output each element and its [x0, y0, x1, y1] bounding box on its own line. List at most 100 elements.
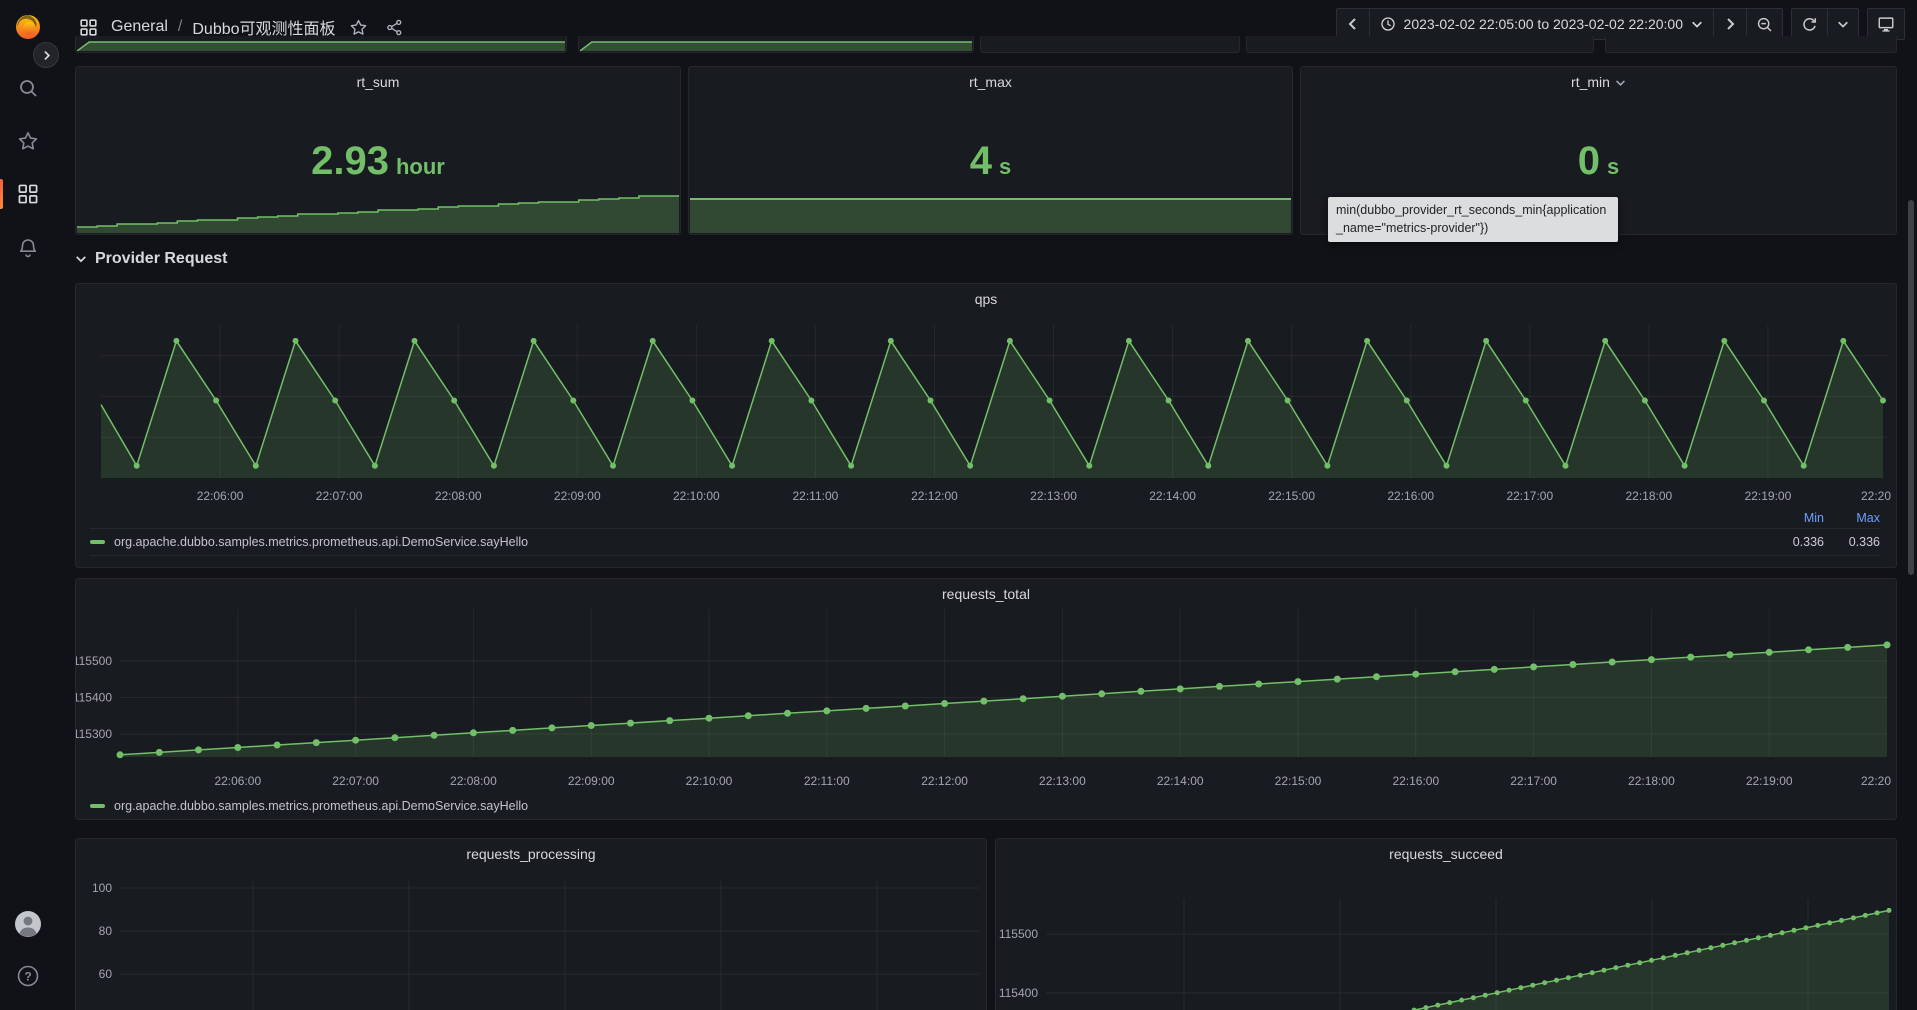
rt-sum-sparkline	[77, 189, 679, 233]
expand-menu-button[interactable]	[33, 42, 59, 68]
svg-text:22:09:00: 22:09:00	[554, 489, 601, 503]
sparkline-area	[77, 40, 565, 51]
series-color-swatch[interactable]	[90, 804, 105, 808]
svg-text:22:07:00: 22:07:00	[332, 774, 379, 788]
grafana-dashboard: ? General / Dubbo可观测性面板	[0, 0, 1917, 1010]
active-indicator	[0, 179, 3, 209]
svg-text:22:14:00: 22:14:00	[1157, 774, 1204, 788]
time-range-picker[interactable]: 2023-02-02 22:05:00 to 2023-02-02 22:20:…	[1369, 9, 1714, 39]
magnifier-minus-icon	[1756, 16, 1773, 33]
series-label[interactable]: org.apache.dubbo.samples.metrics.prometh…	[114, 535, 1768, 549]
svg-text:22:16:00: 22:16:00	[1392, 774, 1439, 788]
zoom-out-time-button[interactable]	[1746, 9, 1782, 39]
partial-panel-4	[1246, 36, 1594, 53]
panel-title[interactable]: rt_max	[689, 74, 1292, 90]
grafana-logo[interactable]	[0, 6, 55, 46]
partial-panel-5	[1605, 36, 1897, 53]
search-icon	[18, 78, 38, 98]
partial-panel-2	[578, 36, 974, 53]
refresh-icon	[1801, 16, 1818, 33]
svg-text:22:16:00: 22:16:00	[1387, 489, 1434, 503]
svg-text:22:13:00: 22:13:00	[1039, 774, 1086, 788]
star-icon	[350, 19, 367, 36]
svg-text:22:10:00: 22:10:00	[673, 489, 720, 503]
partial-panel-3	[980, 36, 1240, 53]
sidebar-item-search[interactable]	[0, 68, 55, 108]
svg-text:115300: 115300	[76, 727, 112, 741]
svg-text:22:20: 22:20	[1861, 489, 1891, 503]
svg-text:22:17:00: 22:17:00	[1506, 489, 1553, 503]
sidebar-item-starred[interactable]	[0, 121, 55, 161]
series-color-swatch[interactable]	[90, 540, 105, 544]
panel-qps: qps 22:06:0022:07:0022:08:0022:09:0022:1…	[75, 283, 1897, 568]
svg-text:22:18:00: 22:18:00	[1628, 774, 1675, 788]
svg-text:22:06:00: 22:06:00	[197, 489, 244, 503]
clock-icon	[1380, 16, 1396, 32]
chevron-down-icon	[1837, 18, 1849, 30]
refresh-interval-dropdown[interactable]	[1827, 9, 1858, 39]
sidebar: ?	[0, 0, 55, 1010]
section-label: Provider Request	[95, 250, 227, 268]
svg-text:115400: 115400	[76, 691, 112, 705]
svg-text:80: 80	[99, 924, 113, 938]
panel-requests-processing: requests_processing 1008060	[75, 838, 987, 1010]
svg-text:22:08:00: 22:08:00	[450, 774, 497, 788]
bell-icon	[18, 238, 38, 258]
panel-title[interactable]: rt_min	[1301, 74, 1896, 90]
legend-row: org.apache.dubbo.samples.metrics.prometh…	[90, 528, 1880, 556]
svg-text:115400: 115400	[999, 986, 1038, 1000]
share-icon	[386, 19, 403, 36]
svg-text:22:18:00: 22:18:00	[1626, 489, 1673, 503]
panel-title[interactable]: rt_sum	[76, 74, 680, 90]
legend-min-header[interactable]: Min	[1768, 511, 1824, 525]
legend-header: Min Max	[90, 508, 1880, 528]
legend-max-header[interactable]: Max	[1824, 511, 1880, 525]
help-icon: ?	[17, 965, 39, 987]
svg-text:22:15:00: 22:15:00	[1275, 774, 1322, 788]
time-shift-forward-button[interactable]	[1714, 9, 1746, 39]
svg-text:22:06:00: 22:06:00	[214, 774, 261, 788]
breadcrumb-separator: /	[178, 18, 182, 36]
rt-max-sparkline	[690, 198, 1291, 233]
svg-text:22:10:00: 22:10:00	[686, 774, 733, 788]
svg-text:22:07:00: 22:07:00	[316, 489, 363, 503]
requests-total-legend: org.apache.dubbo.samples.metrics.prometh…	[90, 795, 528, 817]
series-label[interactable]: org.apache.dubbo.samples.metrics.prometh…	[114, 799, 528, 813]
requests-succeed-chart[interactable]: 115500115400	[996, 839, 1894, 1010]
svg-text:22:11:00: 22:11:00	[804, 774, 850, 788]
grafana-flame-icon	[12, 10, 44, 42]
avatar	[14, 910, 42, 938]
svg-text:22:20: 22:20	[1861, 774, 1891, 788]
svg-text:22:11:00: 22:11:00	[792, 489, 838, 503]
svg-text:22:19:00: 22:19:00	[1745, 489, 1792, 503]
sidebar-item-dashboards[interactable]	[0, 174, 55, 214]
query-tooltip: min(dubbo_provider_rt_seconds_min{applic…	[1328, 197, 1618, 242]
legend-max-value: 0.336	[1824, 535, 1880, 549]
svg-text:22:13:00: 22:13:00	[1030, 489, 1077, 503]
monitor-icon	[1877, 15, 1895, 33]
panel-requests-total: requests_total 11530011540011550022:06:0…	[75, 578, 1897, 820]
row-provider-request[interactable]: Provider Request	[75, 245, 227, 273]
svg-text:22:17:00: 22:17:00	[1510, 774, 1557, 788]
breadcrumb-section[interactable]: General	[111, 18, 168, 36]
panel-menu-chevron-icon[interactable]	[1615, 77, 1626, 88]
requests-processing-chart[interactable]: 1008060	[76, 839, 984, 1010]
time-shift-back-button[interactable]	[1337, 9, 1369, 39]
refresh-button[interactable]	[1792, 9, 1827, 39]
chevron-right-icon	[41, 50, 52, 61]
svg-text:22:15:00: 22:15:00	[1268, 489, 1315, 503]
sidebar-item-alerting[interactable]	[0, 228, 55, 268]
kiosk-mode-button[interactable]	[1868, 9, 1904, 39]
time-range-text: 2023-02-02 22:05:00 to 2023-02-02 22:20:…	[1404, 16, 1683, 32]
dashboards-grid-icon	[18, 184, 38, 204]
sidebar-item-profile[interactable]	[0, 904, 55, 944]
svg-text:22:08:00: 22:08:00	[435, 489, 482, 503]
svg-text:22:19:00: 22:19:00	[1746, 774, 1793, 788]
scrollbar-thumb[interactable]	[1908, 200, 1914, 575]
requests-total-chart[interactable]: 11530011540011550022:06:0022:07:0022:08:…	[76, 579, 1894, 817]
svg-text:22:14:00: 22:14:00	[1149, 489, 1196, 503]
svg-text:22:09:00: 22:09:00	[568, 774, 615, 788]
sidebar-item-help[interactable]: ?	[0, 956, 55, 996]
chevron-down-icon	[1691, 18, 1703, 30]
chevron-down-icon	[75, 253, 87, 265]
